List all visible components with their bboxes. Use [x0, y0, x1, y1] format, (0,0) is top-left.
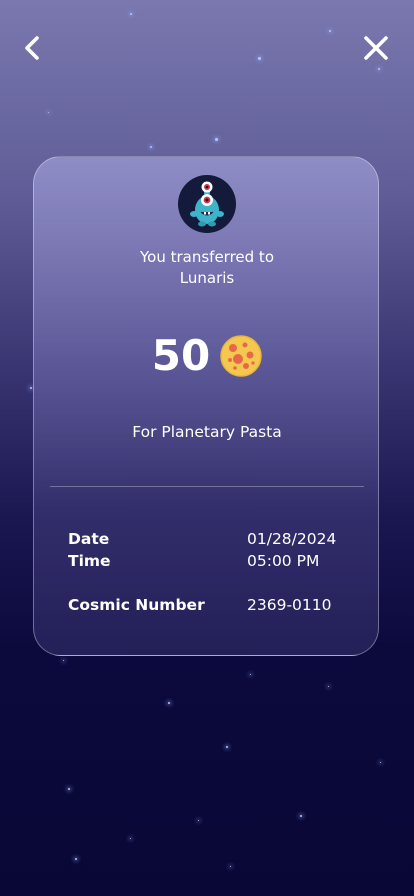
chevron-left-icon	[25, 36, 39, 60]
back-button[interactable]	[14, 30, 50, 66]
divider	[50, 486, 364, 487]
cosmic-number-value: 2369-0110	[247, 596, 332, 614]
recipient-name: Lunaris	[179, 269, 235, 287]
cosmic-number-label: Cosmic Number	[68, 596, 205, 614]
date-value: 01/28/2024	[247, 530, 337, 548]
transfer-amount: 50	[151, 331, 211, 380]
alien-monster-avatar	[190, 181, 224, 227]
close-icon	[364, 36, 388, 60]
transfer-heading-line1: You transferred to	[139, 248, 274, 266]
transfer-purpose: For Planetary Pasta	[132, 423, 282, 441]
close-button[interactable]	[358, 30, 394, 66]
transfer-receipt-card: You transferred to Lunaris 50 For Planet…	[33, 156, 379, 656]
date-label: Date	[68, 530, 110, 548]
cheese-moon-coin-icon	[220, 335, 262, 377]
transfer-heading: You transferred to Lunaris	[34, 247, 380, 289]
time-label: Time	[68, 552, 111, 570]
amount-row: 50	[34, 332, 380, 380]
recipient-avatar	[178, 175, 236, 233]
time-value: 05:00 PM	[247, 552, 320, 570]
